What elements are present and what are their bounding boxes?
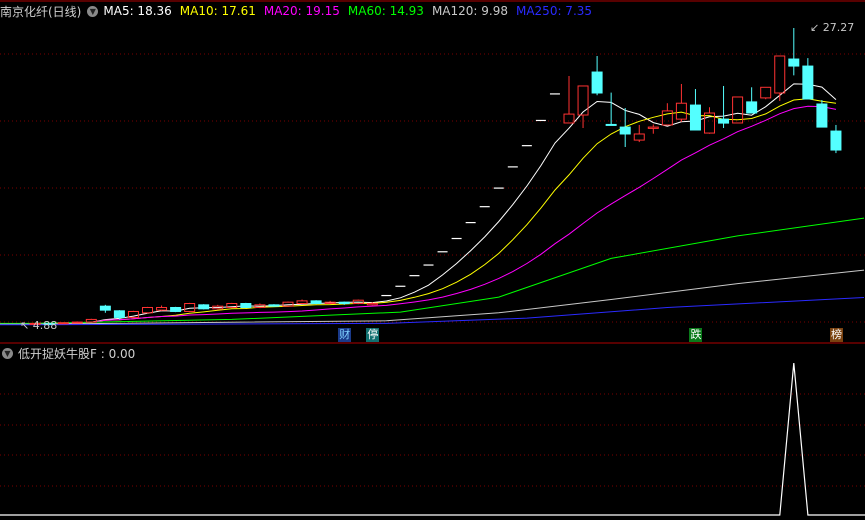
candle-down (99, 304, 111, 313)
ma60-line (0, 217, 865, 324)
candle-down (170, 306, 182, 313)
moving-averages (0, 83, 865, 326)
ma250-value: MA250: 7.35 (515, 4, 593, 18)
candle-up (156, 305, 168, 311)
ma120-line (0, 269, 865, 325)
candle-body (85, 318, 97, 323)
candle-body (296, 300, 308, 305)
candle-body (605, 123, 617, 126)
candle-up (675, 83, 687, 122)
stock-title: 南京化纤(日线) (0, 4, 82, 19)
ma60-value: MA60: 14.93 (347, 4, 424, 18)
arrow-icon: ↙ (810, 21, 820, 34)
candle-down (619, 107, 631, 147)
candle-down (788, 28, 800, 76)
candle-body (99, 305, 111, 311)
candle-body (198, 304, 210, 310)
ma10-line (35, 98, 837, 325)
candle-up (226, 302, 238, 309)
candle-up (296, 299, 308, 305)
arrow-icon: ↖ (20, 319, 30, 332)
indicator-line (0, 362, 865, 516)
indicator-label: 低开捉妖牛股F : 0.00 (18, 346, 136, 361)
ma5-value: MA5: 18.36 (103, 4, 172, 18)
candle-down (689, 89, 701, 131)
candle-down (591, 55, 603, 96)
ma120-value: MA120: 9.98 (431, 4, 508, 18)
candle-down (746, 87, 758, 114)
candle-body (170, 306, 182, 312)
candle-body (268, 304, 280, 307)
chevron-down-icon[interactable]: ▼ (2, 347, 13, 359)
candle-body (71, 321, 83, 324)
candle-up (57, 322, 69, 325)
candle-body (142, 306, 153, 314)
candle-up (71, 321, 83, 324)
candle-body (240, 303, 252, 308)
candle-body (577, 85, 589, 116)
candle-down (198, 304, 210, 310)
candle-body (647, 126, 659, 129)
candle-up (563, 76, 575, 124)
candle-up (85, 318, 97, 323)
chevron-down-icon[interactable]: ▼ (87, 5, 99, 17)
kline-chart[interactable] (0, 0, 865, 520)
candle-down (605, 92, 617, 126)
candle-body (57, 322, 69, 325)
candle-down (240, 302, 252, 309)
candle-body (689, 104, 701, 131)
candle-down (802, 58, 814, 100)
indicator-header: ▼ 低开捉妖牛股F : 0.00 (0, 345, 135, 361)
event-marker[interactable]: 财 (338, 328, 352, 342)
candle-body (718, 118, 730, 124)
candle-down (816, 100, 828, 128)
ma10-value: MA10: 17.61 (179, 4, 256, 18)
candle-up (577, 85, 589, 129)
candle-up (282, 301, 294, 307)
candle-body (156, 306, 168, 311)
candle-down (830, 124, 842, 154)
candle-down (310, 300, 322, 305)
candle-body (338, 301, 350, 305)
candle-body (619, 126, 631, 135)
candle-up (127, 310, 139, 319)
ma5-line (35, 83, 837, 325)
low-price-label: ↖ 4.88 (20, 319, 58, 332)
chart-header: 南京化纤(日线) ▼ MA5: 18.36 MA10: 17.61 MA20: … (0, 3, 600, 19)
candle-body (113, 310, 125, 318)
candle-down (268, 304, 280, 307)
indicator-grid (0, 393, 865, 487)
candle-body (816, 103, 828, 128)
candle-up (633, 124, 645, 143)
candle-up (774, 55, 786, 101)
candle-up (324, 300, 336, 305)
high-price-label: ↙ 27.27 (810, 21, 855, 34)
ma20-value: MA20: 19.15 (263, 4, 340, 18)
candle-body (366, 303, 378, 306)
candle-body (830, 130, 842, 151)
candle-body (563, 113, 575, 124)
candle-body (310, 300, 322, 305)
event-marker[interactable]: 榜 (829, 328, 843, 342)
candle-up (647, 124, 659, 134)
candle-up (142, 306, 153, 314)
candle-body (774, 55, 786, 94)
candle-body (184, 303, 196, 312)
candle-down (718, 85, 730, 129)
candle-body (746, 101, 758, 114)
candle-up (760, 86, 772, 100)
candle-body (760, 86, 772, 99)
candle-body (591, 71, 603, 94)
candle-body (802, 65, 814, 100)
event-marker[interactable]: 停 (366, 328, 380, 342)
candle-body (675, 102, 687, 120)
indicator-series (0, 362, 865, 516)
candle-up (184, 302, 196, 313)
candle-body (633, 133, 645, 141)
candle-body (788, 58, 800, 67)
candle-up (704, 107, 715, 134)
event-marker[interactable]: 跌 (689, 328, 703, 342)
